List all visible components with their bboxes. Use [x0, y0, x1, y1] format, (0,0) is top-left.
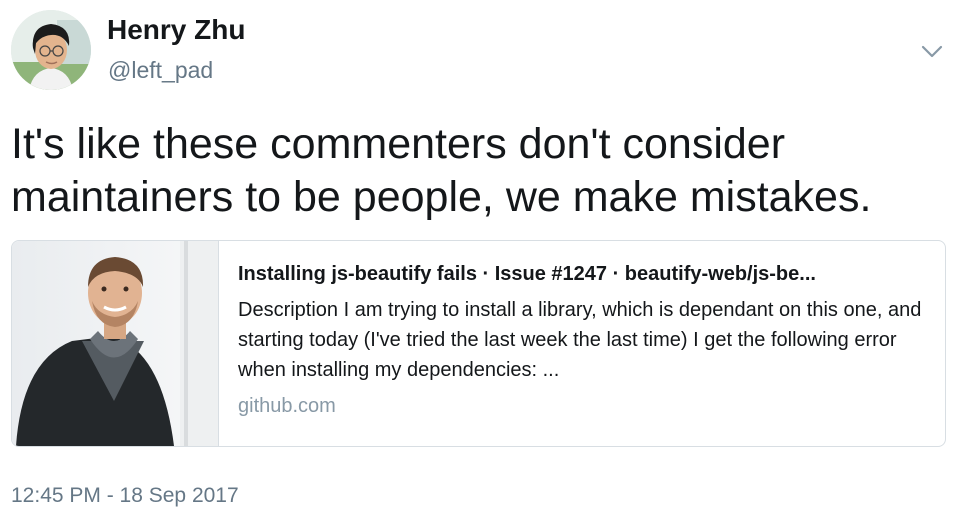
card-title[interactable]: Installing js-beautify fails · Issue #12…: [238, 261, 928, 287]
chevron-down-icon[interactable]: [918, 42, 946, 62]
tweet-text: It's like these commenters don't conside…: [11, 120, 872, 221]
avatar[interactable]: [11, 10, 91, 90]
tweet: Henry Zhu @left_pad It's like these comm…: [0, 0, 960, 523]
link-card[interactable]: Installing js-beautify fails · Issue #12…: [11, 240, 946, 447]
tweet-timestamp[interactable]: 12:45 PM - 18 Sep 2017: [11, 484, 239, 508]
card-domain: github.com: [238, 395, 336, 417]
author-name[interactable]: Henry Zhu: [107, 14, 245, 46]
avatar-photo: [11, 10, 91, 90]
card-body: Installing js-beautify fails · Issue #12…: [238, 261, 928, 419]
card-description: Description I am trying to install a lib…: [238, 299, 922, 381]
author-handle[interactable]: @left_pad: [108, 57, 213, 84]
card-thumbnail: [12, 241, 219, 446]
